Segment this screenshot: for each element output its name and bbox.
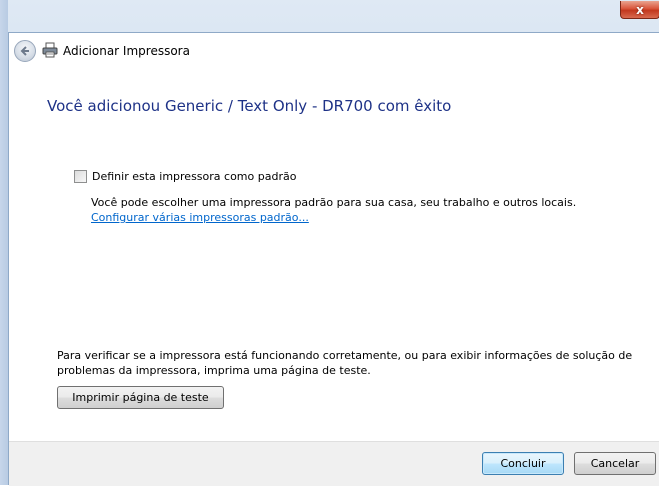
page-title: Você adicionou Generic / Text Only - DR7… xyxy=(47,97,452,115)
default-printer-checkbox-label[interactable]: Definir esta impressora como padrão xyxy=(92,170,296,183)
close-icon: x xyxy=(636,2,644,17)
window-title: Adicionar Impressora xyxy=(63,44,190,58)
default-printer-description: Você pode escolher uma impressora padrão… xyxy=(91,196,577,209)
test-page-instructions: Para verificar se a impressora está func… xyxy=(57,349,633,377)
close-button[interactable]: x xyxy=(620,1,659,19)
print-test-page-button[interactable]: Imprimir página de teste xyxy=(57,386,224,409)
cancel-button[interactable]: Cancelar xyxy=(574,452,656,475)
default-printer-checkbox[interactable] xyxy=(74,170,87,183)
configure-default-printers-link[interactable]: Configurar várias impressoras padrão... xyxy=(91,211,309,224)
back-arrow-icon xyxy=(20,46,29,56)
finish-button[interactable]: Concluir xyxy=(482,452,564,475)
printer-icon xyxy=(42,42,58,58)
back-button[interactable] xyxy=(14,40,36,62)
window-left-border xyxy=(0,0,8,485)
